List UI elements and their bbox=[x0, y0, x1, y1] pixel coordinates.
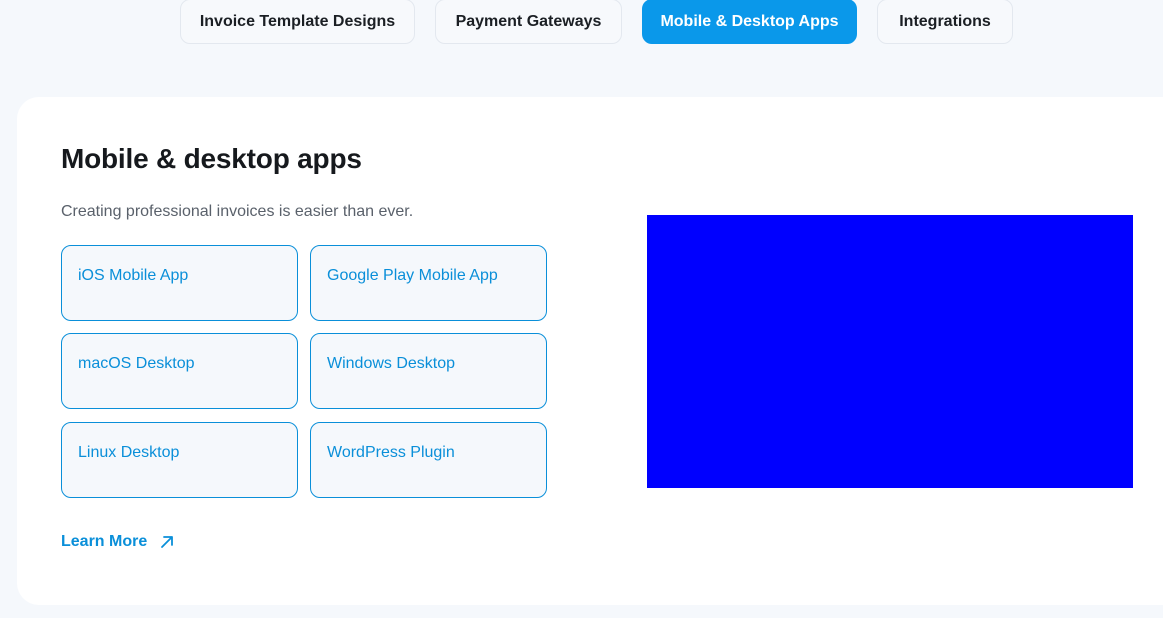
tab-payment-gateways[interactable]: Payment Gateways bbox=[435, 0, 622, 44]
option-linux-desktop[interactable]: Linux Desktop bbox=[61, 422, 298, 498]
tab-mobile-desktop-apps[interactable]: Mobile & Desktop Apps bbox=[642, 0, 857, 44]
category-tabs: Invoice Template Designs Payment Gateway… bbox=[0, 0, 1163, 46]
section-title: Mobile & desktop apps bbox=[61, 143, 362, 174]
learn-more-label: Learn More bbox=[61, 533, 148, 550]
option-google-play-mobile-app[interactable]: Google Play Mobile App bbox=[310, 245, 547, 321]
section-subtitle: Creating professional invoices is easier… bbox=[61, 203, 414, 220]
option-ios-mobile-app[interactable]: iOS Mobile App bbox=[61, 245, 298, 321]
option-macos-desktop[interactable]: macOS Desktop bbox=[61, 333, 298, 409]
option-wordpress-plugin[interactable]: WordPress Plugin bbox=[310, 422, 547, 498]
apps-card: Mobile & desktop apps Creating professio… bbox=[17, 97, 1163, 605]
learn-more-link[interactable]: Learn More bbox=[61, 533, 175, 551]
option-windows-desktop[interactable]: Windows Desktop bbox=[310, 333, 547, 409]
arrow-up-right-icon bbox=[161, 536, 174, 548]
app-preview-placeholder bbox=[647, 215, 1133, 488]
tab-integrations[interactable]: Integrations bbox=[877, 0, 1013, 44]
tab-invoice-template-designs[interactable]: Invoice Template Designs bbox=[180, 0, 415, 44]
